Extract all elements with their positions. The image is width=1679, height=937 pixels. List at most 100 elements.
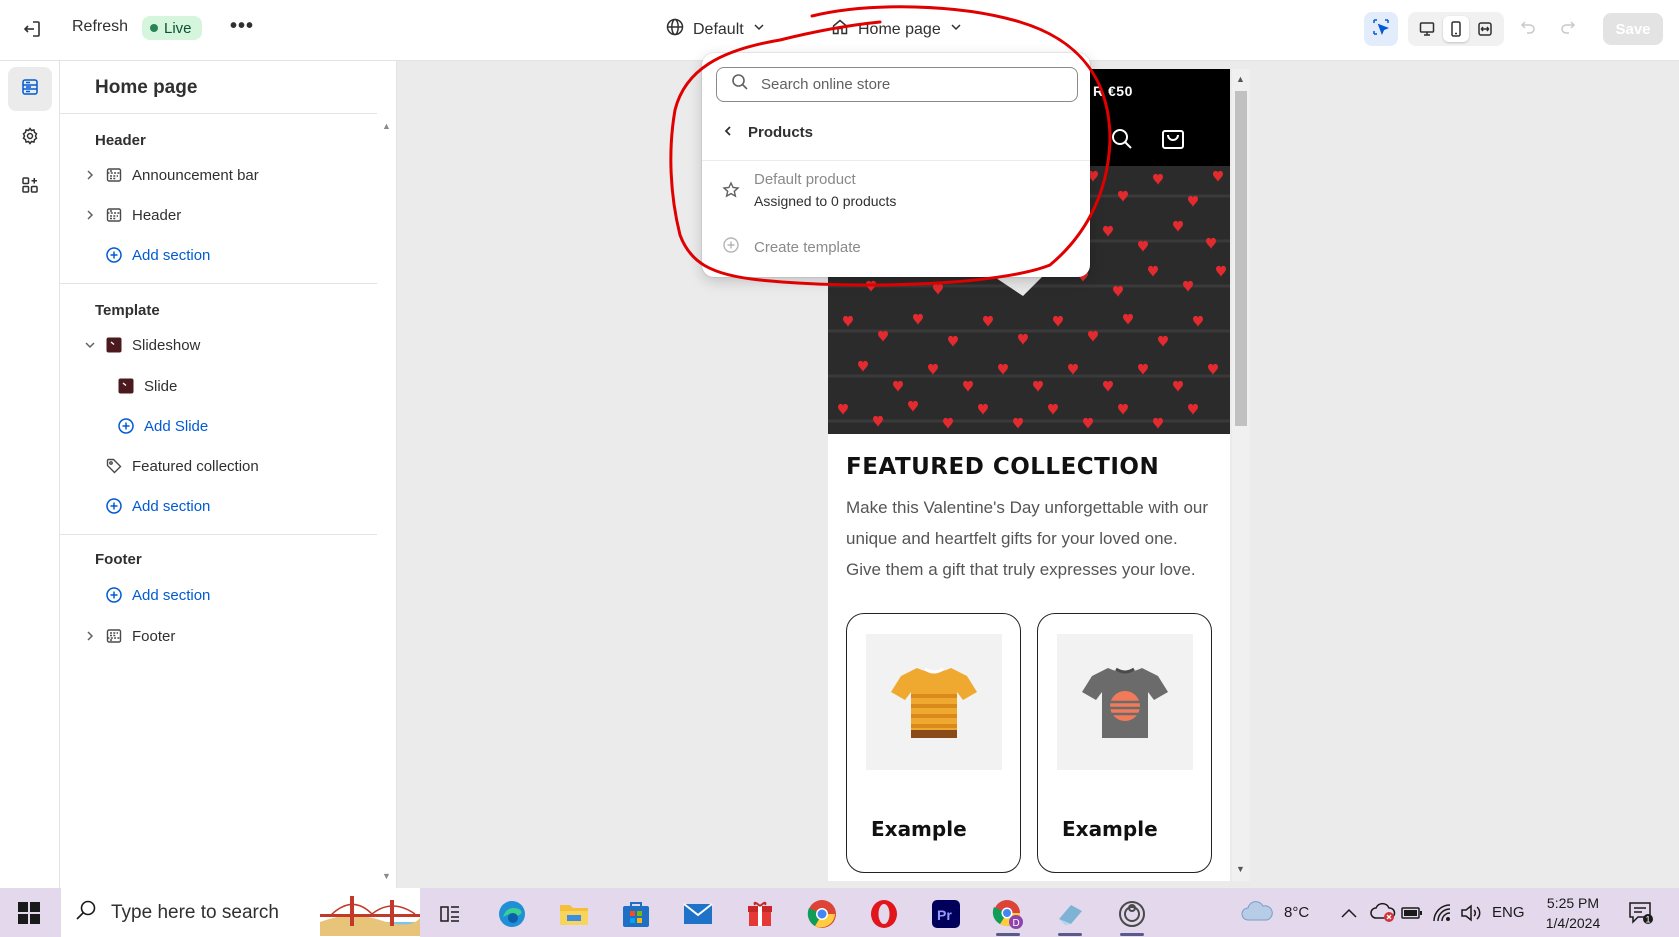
default-product-template-option[interactable]: Default product Assigned to 0 products: [722, 171, 896, 209]
slideshow-label: Slideshow: [132, 336, 201, 354]
gift-icon[interactable]: [738, 896, 782, 932]
save-button[interactable]: Save: [1603, 13, 1663, 45]
add-section-label: Add section: [132, 246, 211, 264]
section-footer[interactable]: Footer: [80, 621, 175, 651]
windows-taskbar: Type here to search Pr D 8°C ENG 5:25 PM…: [0, 888, 1679, 937]
refresh-button[interactable]: Refresh: [72, 18, 128, 36]
premiere-pro-icon[interactable]: Pr: [924, 896, 968, 932]
task-view-icon[interactable]: [428, 896, 472, 932]
scrollbar-thumb[interactable]: [1235, 91, 1247, 426]
cart-icon[interactable]: [1160, 125, 1186, 156]
template-assignment: Assigned to 0 products: [754, 193, 897, 209]
redo-icon[interactable]: [1558, 17, 1578, 42]
microsoft-store-icon[interactable]: [614, 896, 658, 932]
product-card[interactable]: Example: [846, 613, 1021, 873]
slideshow-thumbnail-icon: [100, 336, 128, 354]
block-slide[interactable]: Slide: [112, 371, 177, 401]
dropdown-search-field[interactable]: [716, 67, 1078, 102]
add-section-template-button[interactable]: Add section: [80, 491, 210, 521]
mail-icon[interactable]: [676, 896, 720, 932]
sidebar-scrollbar[interactable]: ▲ ▼: [377, 61, 397, 888]
file-explorer-icon[interactable]: [552, 896, 596, 932]
windows-start-icon[interactable]: [18, 902, 40, 929]
tag-icon: [100, 457, 128, 475]
scroll-down-arrow-icon[interactable]: ▼: [382, 871, 391, 881]
top-bar: Refresh Live ••• Default Home page Save: [0, 0, 1679, 61]
sections-rail-button[interactable]: [8, 67, 52, 111]
inspector-button[interactable]: [1364, 12, 1398, 46]
chevron-right-icon[interactable]: [80, 630, 100, 642]
mobile-view-icon[interactable]: [1442, 16, 1469, 42]
chevron-right-icon[interactable]: [80, 209, 100, 221]
globe-icon: [665, 17, 685, 42]
live-label: Live: [164, 19, 192, 37]
preview-scrollbar[interactable]: ▲ ▼: [1232, 69, 1250, 881]
theme-selector[interactable]: Default: [665, 17, 766, 42]
weather-widget[interactable]: 8°C: [1240, 888, 1309, 937]
section-slideshow[interactable]: Slideshow: [80, 330, 200, 360]
template-name: Default product: [754, 171, 856, 188]
section-header[interactable]: Header: [80, 200, 181, 230]
settings-rail-button[interactable]: [8, 116, 52, 160]
chevron-left-icon: [722, 124, 734, 141]
chevron-down-icon: [949, 20, 963, 39]
add-slide-button[interactable]: Add Slide: [112, 411, 208, 441]
desktop-view-icon[interactable]: [1414, 16, 1440, 42]
fullscreen-view-icon[interactable]: [1472, 16, 1498, 42]
featured-collection-description: Make this Valentine's Day unforgettable …: [846, 498, 1209, 579]
add-section-label: Add section: [132, 586, 211, 604]
opera-icon[interactable]: [862, 896, 906, 932]
search-online-store-input[interactable]: [761, 76, 1061, 93]
search-icon: [731, 73, 749, 96]
eraser-app-icon[interactable]: [1048, 896, 1092, 936]
featured-collection-heading: FEATURED COLLECTION: [846, 454, 1160, 480]
gear-icon: [20, 126, 40, 151]
onedrive-error-icon[interactable]: [1370, 888, 1396, 937]
add-section-footer-button[interactable]: Add section: [80, 580, 210, 610]
divider: [60, 113, 377, 114]
create-template-label: Create template: [754, 238, 861, 256]
chevron-down-icon[interactable]: [80, 339, 100, 351]
scroll-up-arrow-icon[interactable]: ▲: [1236, 74, 1245, 84]
wifi-icon[interactable]: [1432, 888, 1452, 937]
add-section-header-button[interactable]: Add section: [80, 240, 210, 270]
more-actions-button[interactable]: •••: [230, 15, 254, 38]
plus-circle-icon: [100, 246, 128, 264]
undo-icon[interactable]: [1518, 17, 1538, 42]
apps-rail-button[interactable]: [8, 165, 52, 209]
edge-icon[interactable]: [490, 896, 534, 932]
product-card[interactable]: Example: [1037, 613, 1212, 873]
footer-layout-icon: [100, 627, 128, 645]
section-announcement-bar[interactable]: Announcement bar: [80, 160, 259, 190]
featured-collection-section: FEATURED COLLECTION Make this Valentine'…: [828, 434, 1230, 873]
section-featured-collection[interactable]: Featured collection: [80, 451, 259, 481]
search-icon[interactable]: [1110, 127, 1134, 156]
weather-temp: 8°C: [1284, 904, 1310, 921]
products-label: Products: [748, 124, 814, 141]
scroll-down-arrow-icon[interactable]: ▼: [1236, 864, 1245, 874]
chrome-profile-icon[interactable]: D: [986, 896, 1030, 936]
obs-circle-icon[interactable]: [1110, 896, 1154, 936]
volume-icon[interactable]: [1460, 888, 1482, 937]
section-layout-icon: [100, 206, 128, 224]
taskbar-search-box[interactable]: Type here to search: [61, 888, 420, 937]
template-group-label: Template: [95, 302, 160, 319]
select-cursor-icon: [1371, 17, 1391, 42]
home-icon: [830, 17, 850, 42]
chrome-icon[interactable]: [800, 896, 844, 932]
notifications-icon[interactable]: 1: [1628, 888, 1654, 937]
clock[interactable]: 5:25 PM 1/4/2024: [1538, 893, 1608, 933]
chevron-right-icon[interactable]: [80, 169, 100, 181]
product-title: Example: [1062, 817, 1158, 841]
battery-icon[interactable]: [1401, 888, 1423, 937]
scroll-up-arrow-icon[interactable]: ▲: [382, 121, 391, 131]
header-label: Header: [132, 206, 182, 224]
back-to-products-button[interactable]: Products: [722, 124, 813, 141]
page-selector[interactable]: Home page: [830, 17, 963, 42]
create-template-button[interactable]: Create template: [722, 236, 861, 258]
show-hidden-icons-chevron-icon[interactable]: [1340, 888, 1358, 937]
language-indicator[interactable]: ENG: [1492, 888, 1525, 937]
theme-label: Default: [693, 20, 744, 38]
exit-icon[interactable]: [20, 17, 44, 41]
left-rail: [0, 61, 60, 888]
